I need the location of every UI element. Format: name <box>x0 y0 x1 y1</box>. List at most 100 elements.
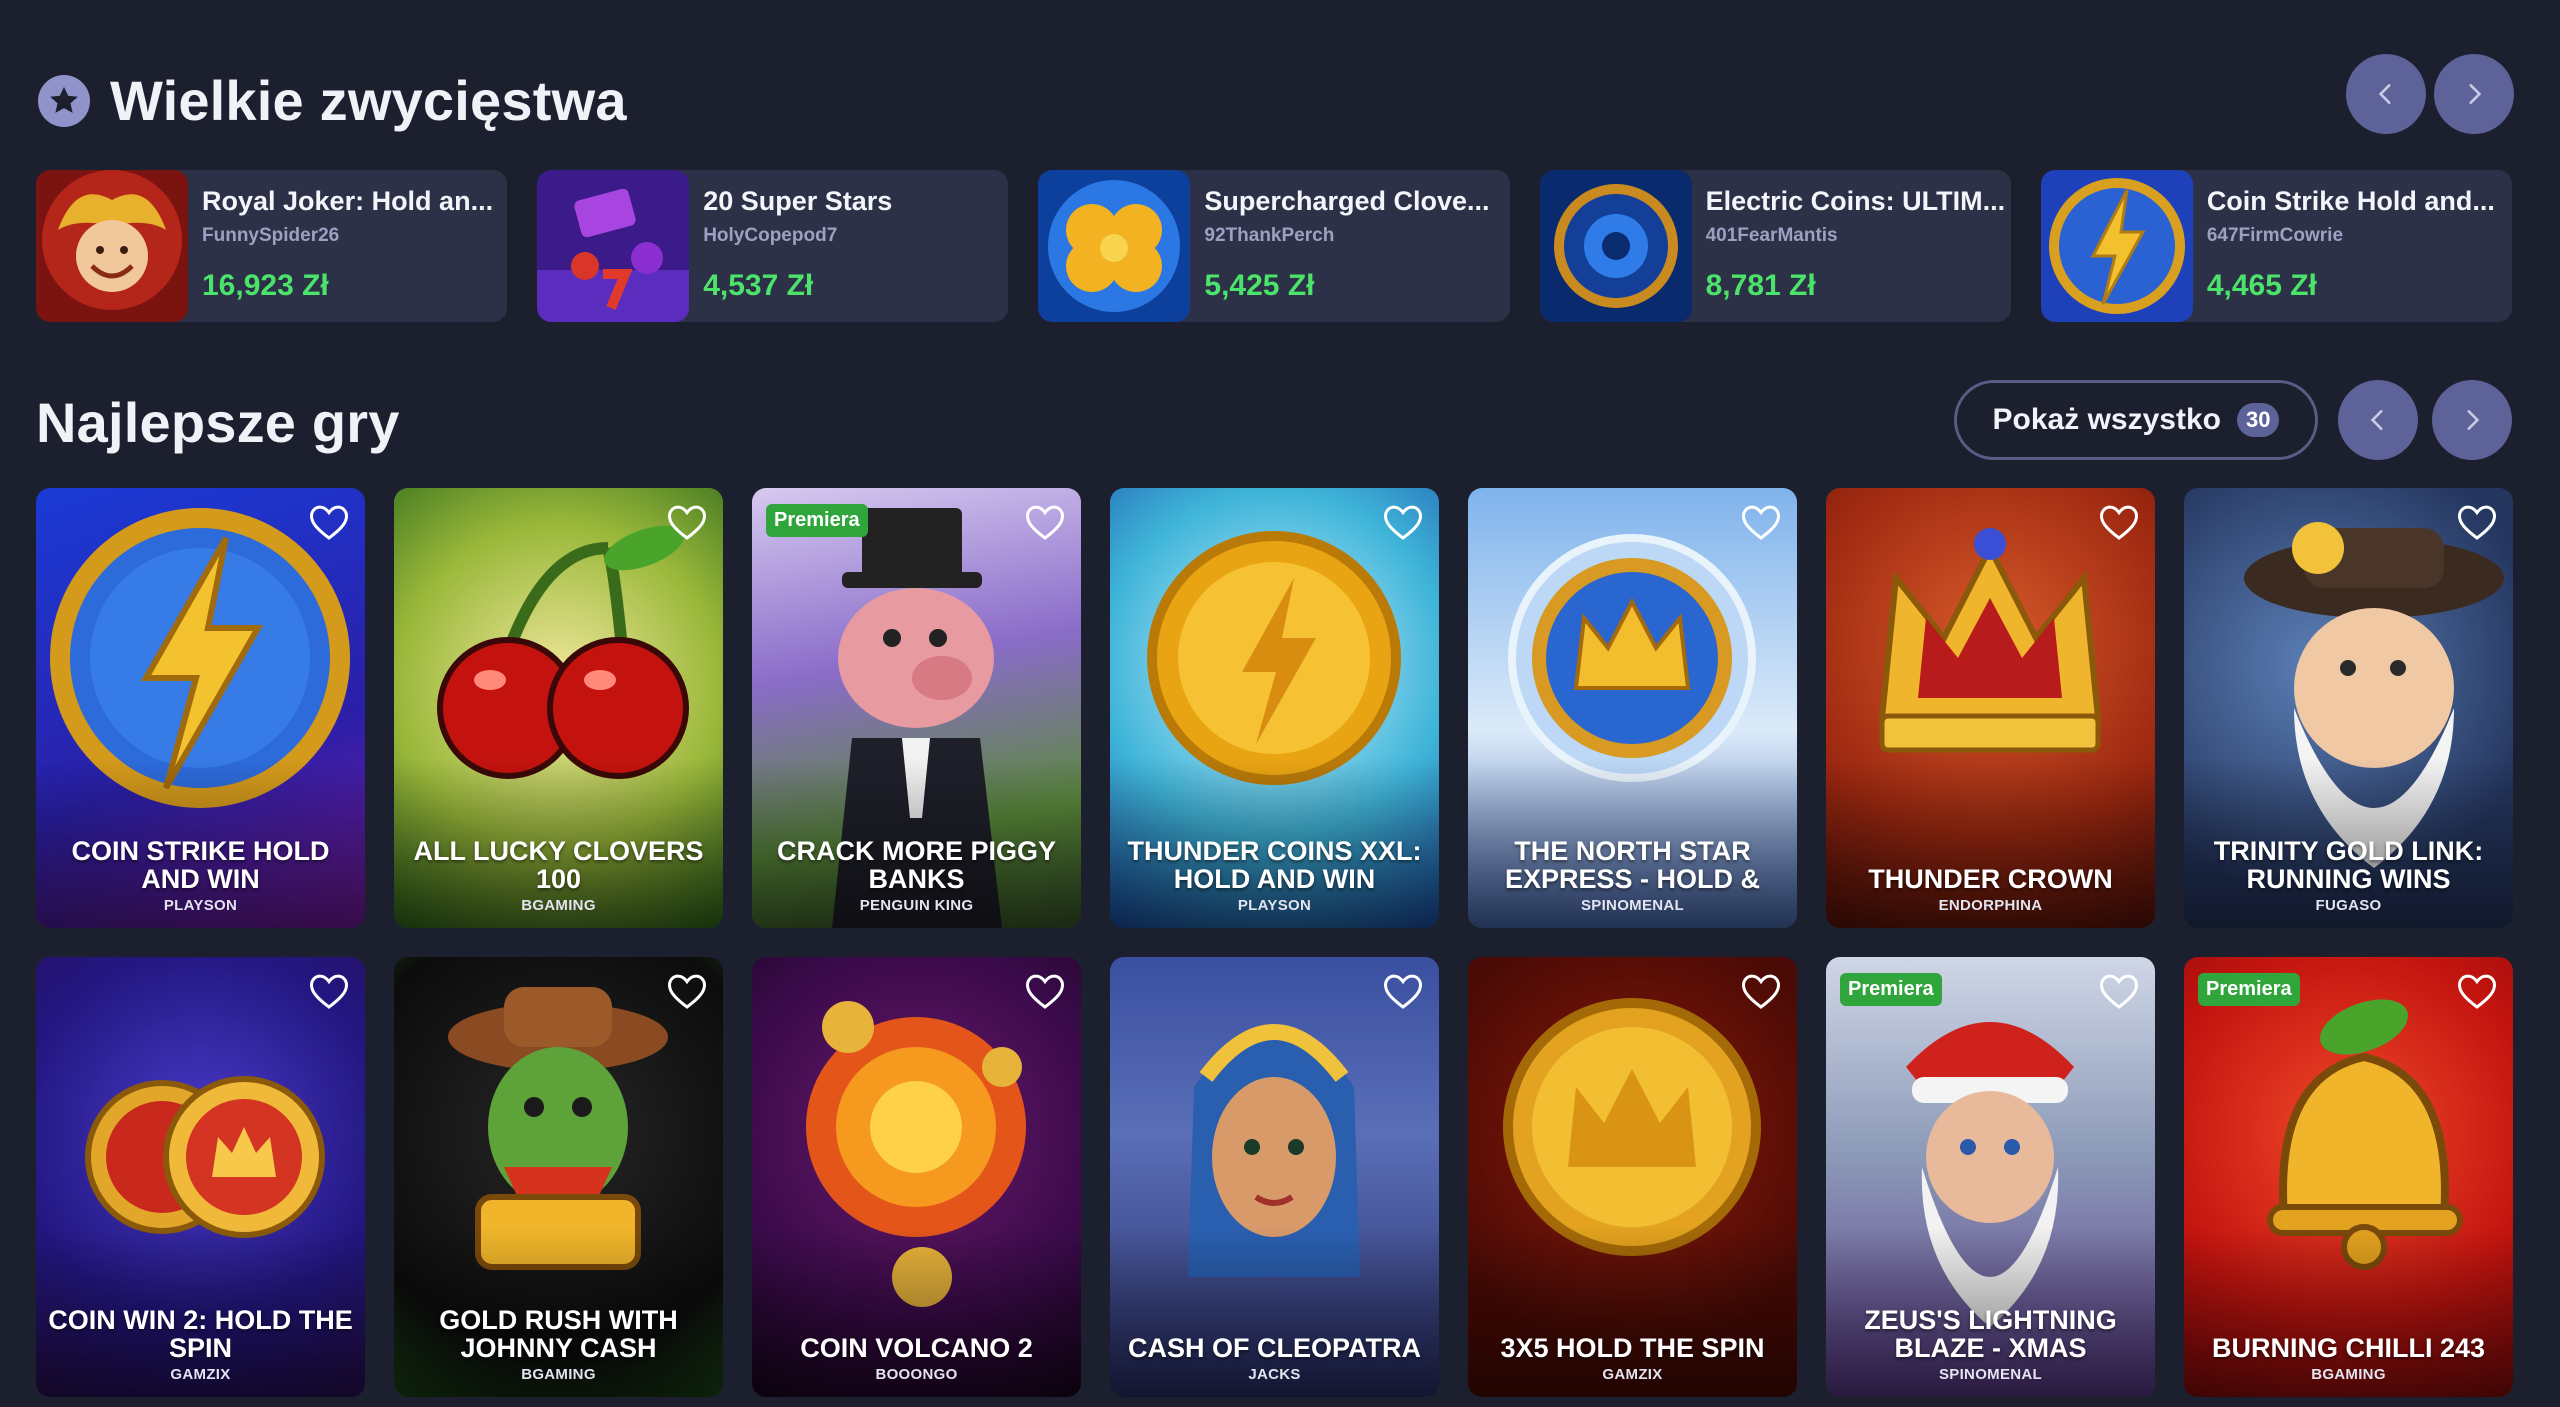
games-count-badge: 30 <box>2236 403 2280 437</box>
game-provider: BOOONGO <box>875 1366 958 1383</box>
game-title-block: COIN WIN 2: HOLD THE SPIN GAMZIX <box>46 1306 355 1383</box>
lightning-coin-icon <box>2040 170 2193 322</box>
heart-icon[interactable] <box>1741 973 1781 1011</box>
game-tile[interactable]: GOLD RUSH WITH JOHNNY CASH BGAMING <box>394 957 723 1397</box>
game-tile[interactable]: COIN VOLCANO 2 BOOONGO <box>752 957 1081 1397</box>
game-title-block: GOLD RUSH WITH JOHNNY CASH BGAMING <box>404 1306 713 1383</box>
win-card[interactable]: Royal Joker: Hold an... FunnySpider26 16… <box>36 170 508 322</box>
win-game-name: Electric Coins: ULTIM... <box>1705 186 2006 216</box>
game-provider: ENDORPHINA <box>1938 897 2043 914</box>
wins-prev-button[interactable] <box>2346 54 2426 134</box>
game-provider: BGAMING <box>521 897 596 914</box>
game-tile[interactable]: THUNDER CROWN ENDORPHINA <box>1826 488 2155 928</box>
game-tile[interactable]: THUNDER COINS XXL: HOLD AND WIN PLAYSON <box>1110 488 1439 928</box>
win-game-name: Supercharged Clove... <box>1204 186 1490 216</box>
game-provider: GAMZIX <box>1602 1366 1663 1383</box>
game-title-block: THE NORTH STAR EXPRESS - HOLD & SPINOMEN… <box>1478 837 1787 914</box>
show-all-button[interactable]: Pokaż wszystko 30 <box>1954 380 2318 460</box>
game-name: THUNDER CROWN <box>1868 864 2113 894</box>
game-tile[interactable]: ALL LUCKY CLOVERS 100 BGAMING <box>394 488 723 928</box>
wins-next-button[interactable] <box>2434 54 2514 134</box>
game-tile[interactable]: 3X5 HOLD THE SPIN GAMZIX <box>1468 957 1797 1397</box>
premiere-badge: Premiera <box>1840 973 1942 1006</box>
game-name: TRINITY GOLD LINK: RUNNING WINS <box>2213 836 2484 894</box>
win-username: HolyCopepod7 <box>703 225 838 246</box>
game-name: CASH OF CLEOPATRA <box>1128 1333 1421 1363</box>
top-games-title: Najlepsze gry <box>36 391 400 454</box>
game-name: BURNING CHILLI 243 <box>2211 1333 2486 1363</box>
wins-section-header: Wielkie zwycięstwa <box>38 68 627 133</box>
wins-strip: Royal Joker: Hold an... FunnySpider26 16… <box>36 170 2513 322</box>
game-title-block: COIN VOLCANO 2 BOOONGO <box>762 1334 1071 1383</box>
game-name: GOLD RUSH WITH JOHNNY CASH <box>439 1305 678 1363</box>
heart-icon[interactable] <box>1741 504 1781 542</box>
win-game-name: Royal Joker: Hold an... <box>202 186 494 216</box>
show-all-label: Pokaż wszystko <box>1992 403 2221 436</box>
game-name: COIN WIN 2: HOLD THE SPIN <box>48 1305 353 1363</box>
game-name: THE NORTH STAR EXPRESS - HOLD & <box>1504 836 1761 894</box>
win-card[interactable]: 20 Super Stars HolyCopepod7 4,537 Zł <box>537 170 1009 322</box>
game-provider: FUGASO <box>2315 897 2382 914</box>
game-title-block: BURNING CHILLI 243 BGAMING <box>2194 1334 2503 1383</box>
game-name: COIN VOLCANO 2 <box>800 1333 1033 1363</box>
win-username: 647FirmCowrie <box>2206 225 2344 246</box>
game-provider: PLAYSON <box>163 897 238 914</box>
game-tile[interactable]: Premiera ZEUS'S LIGHTNING BLAZE - XMAS S… <box>1826 957 2155 1397</box>
game-tile[interactable]: CASH OF CLEOPATRA JACKS <box>1110 957 1439 1397</box>
game-provider: PENGUIN KING <box>859 897 974 914</box>
game-title-block: THUNDER CROWN ENDORPHINA <box>1836 865 2145 914</box>
game-provider: BGAMING <box>2311 1366 2386 1383</box>
chevron-right-icon <box>2467 410 2480 430</box>
clover-icon <box>1038 170 1191 322</box>
heart-icon[interactable] <box>2457 504 2497 542</box>
chevron-right-icon <box>2469 84 2482 104</box>
game-tile[interactable]: COIN WIN 2: HOLD THE SPIN GAMZIX <box>36 957 365 1397</box>
heart-icon[interactable] <box>1383 973 1423 1011</box>
game-title-block: ALL LUCKY CLOVERS 100 BGAMING <box>404 837 713 914</box>
game-tile[interactable]: THE NORTH STAR EXPRESS - HOLD & SPINOMEN… <box>1468 488 1797 928</box>
heart-icon[interactable] <box>2099 973 2139 1011</box>
heart-icon[interactable] <box>2457 973 2497 1011</box>
wins-title: Wielkie zwycięstwa <box>110 69 627 132</box>
games-prev-button[interactable] <box>2338 380 2418 460</box>
premiere-badge: Premiera <box>766 504 868 537</box>
win-game-name: 20 Super Stars <box>703 186 893 216</box>
game-tile[interactable]: Premiera CRACK MORE PIGGY BANKS PENGUIN … <box>752 488 1081 928</box>
game-title-block: TRINITY GOLD LINK: RUNNING WINS FUGASO <box>2194 837 2503 914</box>
win-amount: 16,923 Zł <box>202 269 329 302</box>
win-username: 92ThankPerch <box>1204 225 1335 246</box>
heart-icon[interactable] <box>309 973 349 1011</box>
game-tile[interactable]: Premiera BURNING CHILLI 243 BGAMING <box>2184 957 2513 1397</box>
game-tile[interactable]: TRINITY GOLD LINK: RUNNING WINS FUGASO <box>2184 488 2513 928</box>
heart-icon[interactable] <box>667 973 707 1011</box>
game-provider: BGAMING <box>521 1366 596 1383</box>
games-grid: COIN STRIKE HOLD AND WIN PLAYSON ALL LUC… <box>36 488 2513 1397</box>
premiere-badge: Premiera <box>2198 973 2300 1006</box>
chevron-left-icon <box>2378 84 2391 104</box>
chevron-left-icon <box>2370 410 2383 430</box>
heart-icon[interactable] <box>2099 504 2139 542</box>
game-name: 3X5 HOLD THE SPIN <box>1500 1333 1765 1363</box>
win-amount: 8,781 Zł <box>1705 269 1816 302</box>
games-next-button[interactable] <box>2432 380 2512 460</box>
game-tile[interactable]: COIN STRIKE HOLD AND WIN PLAYSON <box>36 488 365 928</box>
heart-icon[interactable] <box>1025 504 1065 542</box>
win-card[interactable]: Electric Coins: ULTIM... 401FearMantis 8… <box>1539 170 2011 322</box>
top-games-header: Najlepsze gry <box>36 390 400 455</box>
heart-icon[interactable] <box>1383 504 1423 542</box>
heart-icon[interactable] <box>1025 973 1065 1011</box>
heart-icon[interactable] <box>667 504 707 542</box>
win-amount: 5,425 Zł <box>1204 269 1315 302</box>
win-card[interactable]: Coin Strike Hold and... 647FirmCowrie 4,… <box>2040 170 2513 322</box>
game-name: COIN STRIKE HOLD AND WIN <box>71 836 330 894</box>
heart-icon[interactable] <box>309 504 349 542</box>
game-title-block: 3X5 HOLD THE SPIN GAMZIX <box>1478 1334 1787 1383</box>
game-provider: JACKS <box>1248 1366 1301 1383</box>
game-title-block: CRACK MORE PIGGY BANKS PENGUIN KING <box>762 837 1071 914</box>
electric-coin-icon <box>1539 170 1692 322</box>
game-name: ZEUS'S LIGHTNING BLAZE - XMAS <box>1864 1305 2117 1363</box>
game-name: CRACK MORE PIGGY BANKS <box>776 836 1057 894</box>
win-card[interactable]: Supercharged Clove... 92ThankPerch 5,425… <box>1038 170 1510 322</box>
game-name: ALL LUCKY CLOVERS 100 <box>413 836 704 894</box>
star-icon <box>38 74 90 127</box>
